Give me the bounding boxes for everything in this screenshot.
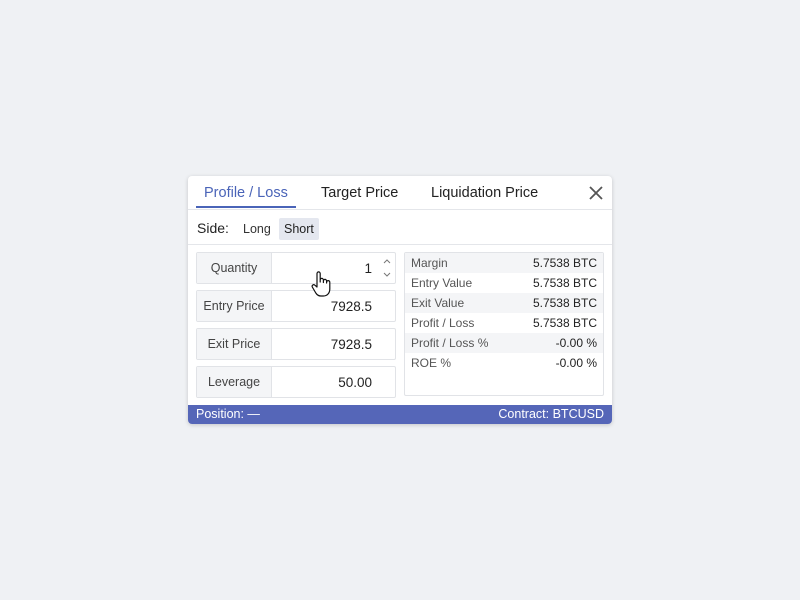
leverage-field: Leverage	[196, 366, 396, 398]
side-selector: Side: Long Short	[188, 210, 612, 245]
leverage-input[interactable]	[272, 367, 372, 397]
result-row-roe-pct: ROE % -0.00 %	[405, 353, 603, 373]
result-label: Profit / Loss	[411, 316, 475, 330]
side-label: Side:	[197, 220, 229, 236]
status-footer: Position: — Contract: BTCUSD	[188, 405, 612, 424]
result-label: Exit Value	[411, 296, 465, 310]
result-value: -0.00 %	[555, 336, 597, 350]
results-panel: Margin 5.7538 BTC Entry Value 5.7538 BTC…	[404, 252, 604, 396]
result-value: 5.7538 BTC	[532, 276, 597, 290]
quantity-field: Quantity	[196, 252, 396, 284]
entry-price-field: Entry Price	[196, 290, 396, 322]
tab-liquidation-price[interactable]: Liquidation Price	[431, 176, 538, 208]
result-value: 5.7538 BTC	[532, 256, 597, 270]
leverage-label: Leverage	[197, 367, 272, 397]
result-label: ROE %	[411, 356, 452, 370]
exit-price-label: Exit Price	[197, 329, 272, 359]
result-label: Margin	[411, 256, 448, 270]
tab-target-price[interactable]: Target Price	[321, 176, 398, 208]
exit-price-input[interactable]	[272, 329, 372, 359]
result-row-exit-value: Exit Value 5.7538 BTC	[405, 293, 603, 313]
result-value: 5.7538 BTC	[532, 316, 597, 330]
result-value: 5.7538 BTC	[532, 296, 597, 310]
entry-price-label: Entry Price	[197, 291, 272, 321]
result-row-profit-loss-pct: Profit / Loss % -0.00 %	[405, 333, 603, 353]
tab-profit-loss[interactable]: Profile / Loss	[196, 176, 296, 208]
result-value: -0.00 %	[555, 356, 597, 370]
exit-price-field: Exit Price	[196, 328, 396, 360]
side-long-button[interactable]: Long	[238, 218, 276, 240]
quantity-stepper[interactable]	[383, 258, 391, 278]
contract-status: Contract: BTCUSD	[498, 407, 604, 421]
side-short-button[interactable]: Short	[279, 218, 319, 240]
result-label: Entry Value	[411, 276, 473, 290]
stepper-up-icon	[383, 259, 391, 264]
result-row-entry-value: Entry Value 5.7538 BTC	[405, 273, 603, 293]
pnl-calculator-dialog: Profile / Loss Target Price Liquidation …	[188, 176, 612, 424]
close-icon[interactable]	[588, 185, 604, 201]
result-label: Profit / Loss %	[411, 336, 489, 350]
result-row-profit-loss: Profit / Loss 5.7538 BTC	[405, 313, 603, 333]
position-status: Position: —	[196, 407, 260, 421]
result-row-margin: Margin 5.7538 BTC	[405, 253, 603, 273]
tab-bar: Profile / Loss Target Price Liquidation …	[188, 176, 612, 210]
quantity-label: Quantity	[197, 253, 272, 283]
hand-cursor-icon	[311, 271, 331, 297]
stepper-down-icon	[383, 272, 391, 277]
